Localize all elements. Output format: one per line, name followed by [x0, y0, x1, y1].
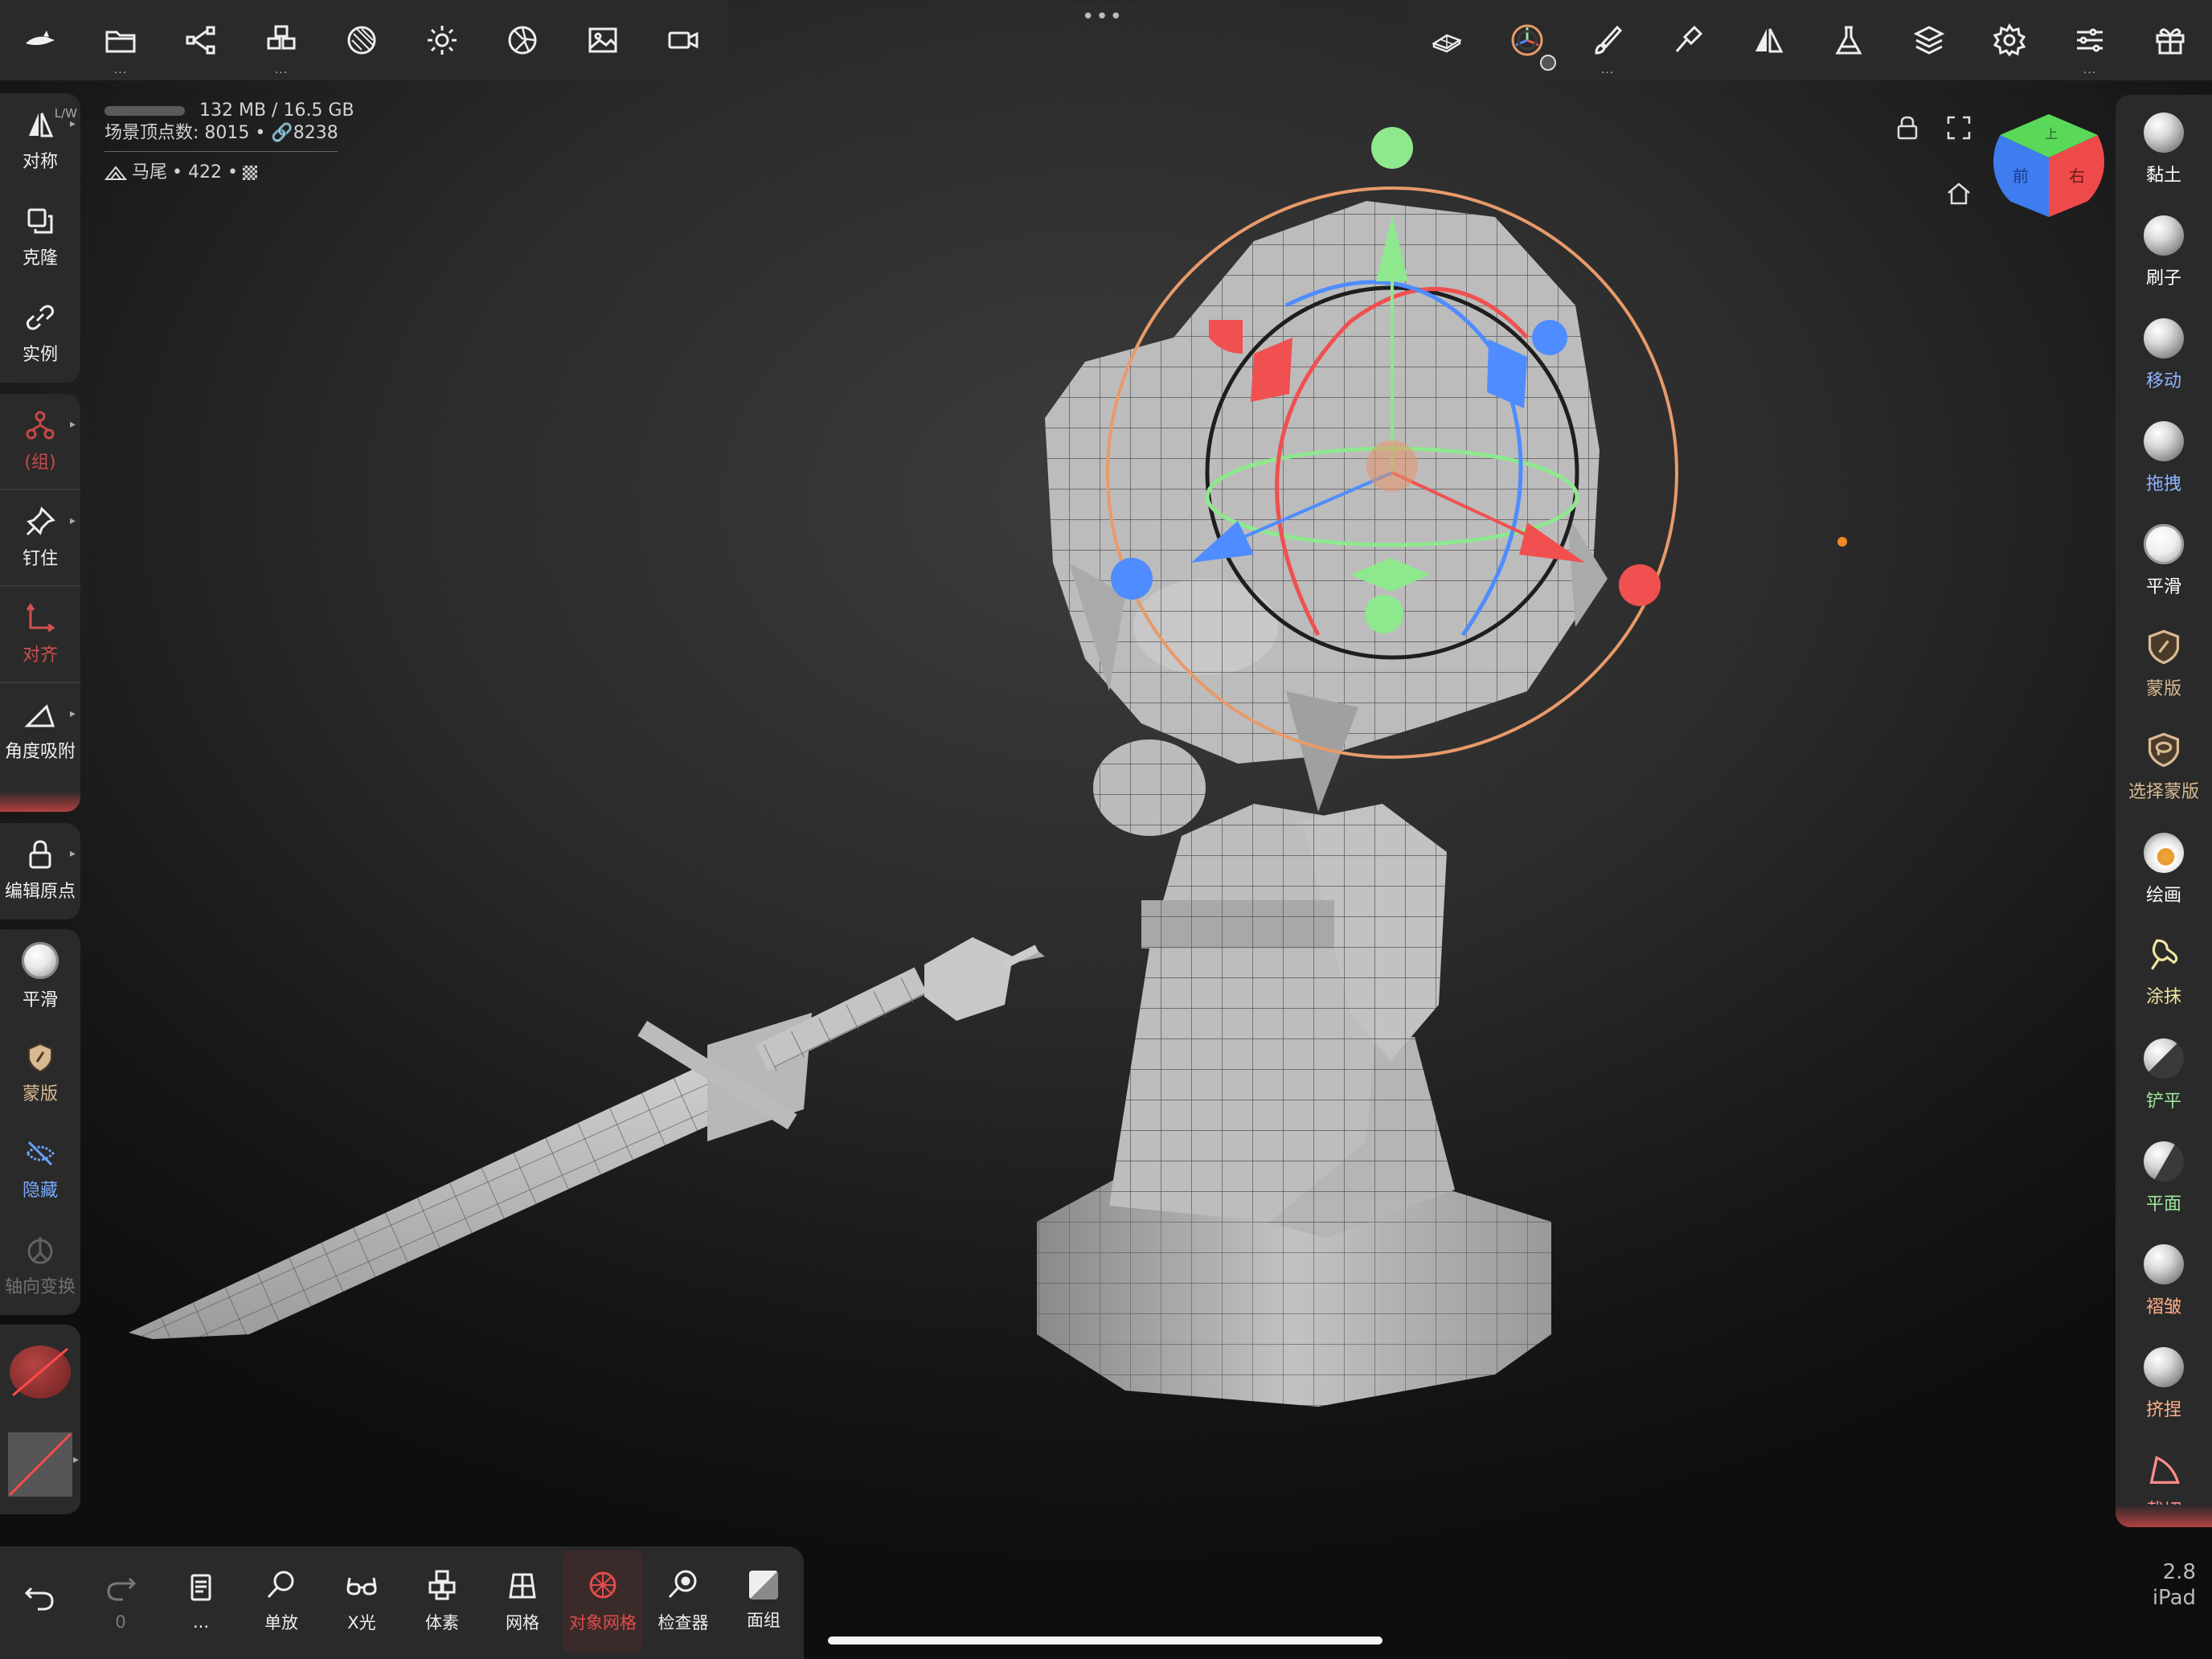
voxel-icon — [428, 1570, 456, 1600]
gizmo-blue-handle[interactable] — [1532, 320, 1567, 355]
figure-head[interactable] — [1045, 201, 1608, 812]
redo-icon — [107, 1577, 137, 1601]
isolate-icon — [267, 1571, 294, 1599]
sword-model[interactable] — [129, 937, 1045, 1339]
device-name: iPad — [2152, 1586, 2196, 1610]
gizmo-scale-top[interactable] — [1371, 127, 1413, 169]
version-label: 2.8 iPad — [2138, 1559, 2196, 1611]
orange-marker — [1837, 537, 1847, 547]
gizmo-center[interactable] — [1366, 440, 1418, 492]
undo-icon — [24, 1587, 54, 1611]
wireframe-icon — [509, 1573, 536, 1599]
voxel-button[interactable]: 体素 — [402, 1550, 482, 1653]
inspector-button[interactable]: 检查器 — [643, 1550, 723, 1653]
xray-icon — [346, 1577, 377, 1596]
object-wireframe-button[interactable]: 对象网格 — [563, 1550, 643, 1653]
inspector-icon — [668, 1570, 697, 1599]
wireframe-button[interactable]: 网格 — [482, 1550, 563, 1653]
version-number: 2.8 — [2162, 1560, 2196, 1584]
facegroup-icon — [749, 1571, 778, 1600]
bottom-toolbar: 0 ... 单放 X光 体素 网格 对象网格 检查器 面组 — [0, 1546, 804, 1659]
viewport-scene[interactable] — [0, 0, 2212, 1659]
gizmo-scale-right[interactable] — [1619, 564, 1661, 606]
gizmo-scale-left[interactable] — [1111, 558, 1153, 600]
xray-button[interactable]: X光 — [322, 1550, 402, 1653]
history-button[interactable]: ... — [161, 1550, 241, 1653]
redo-button[interactable]: 0 — [80, 1550, 161, 1653]
undo-button[interactable] — [0, 1550, 80, 1653]
history-icon — [190, 1574, 211, 1601]
isolate-button[interactable]: 单放 — [241, 1550, 322, 1653]
home-indicator[interactable] — [828, 1636, 1382, 1645]
gizmo-scale-bottom[interactable] — [1365, 595, 1403, 633]
object-wireframe-icon — [589, 1571, 616, 1599]
facegroup-button[interactable]: 面组 — [723, 1550, 804, 1653]
